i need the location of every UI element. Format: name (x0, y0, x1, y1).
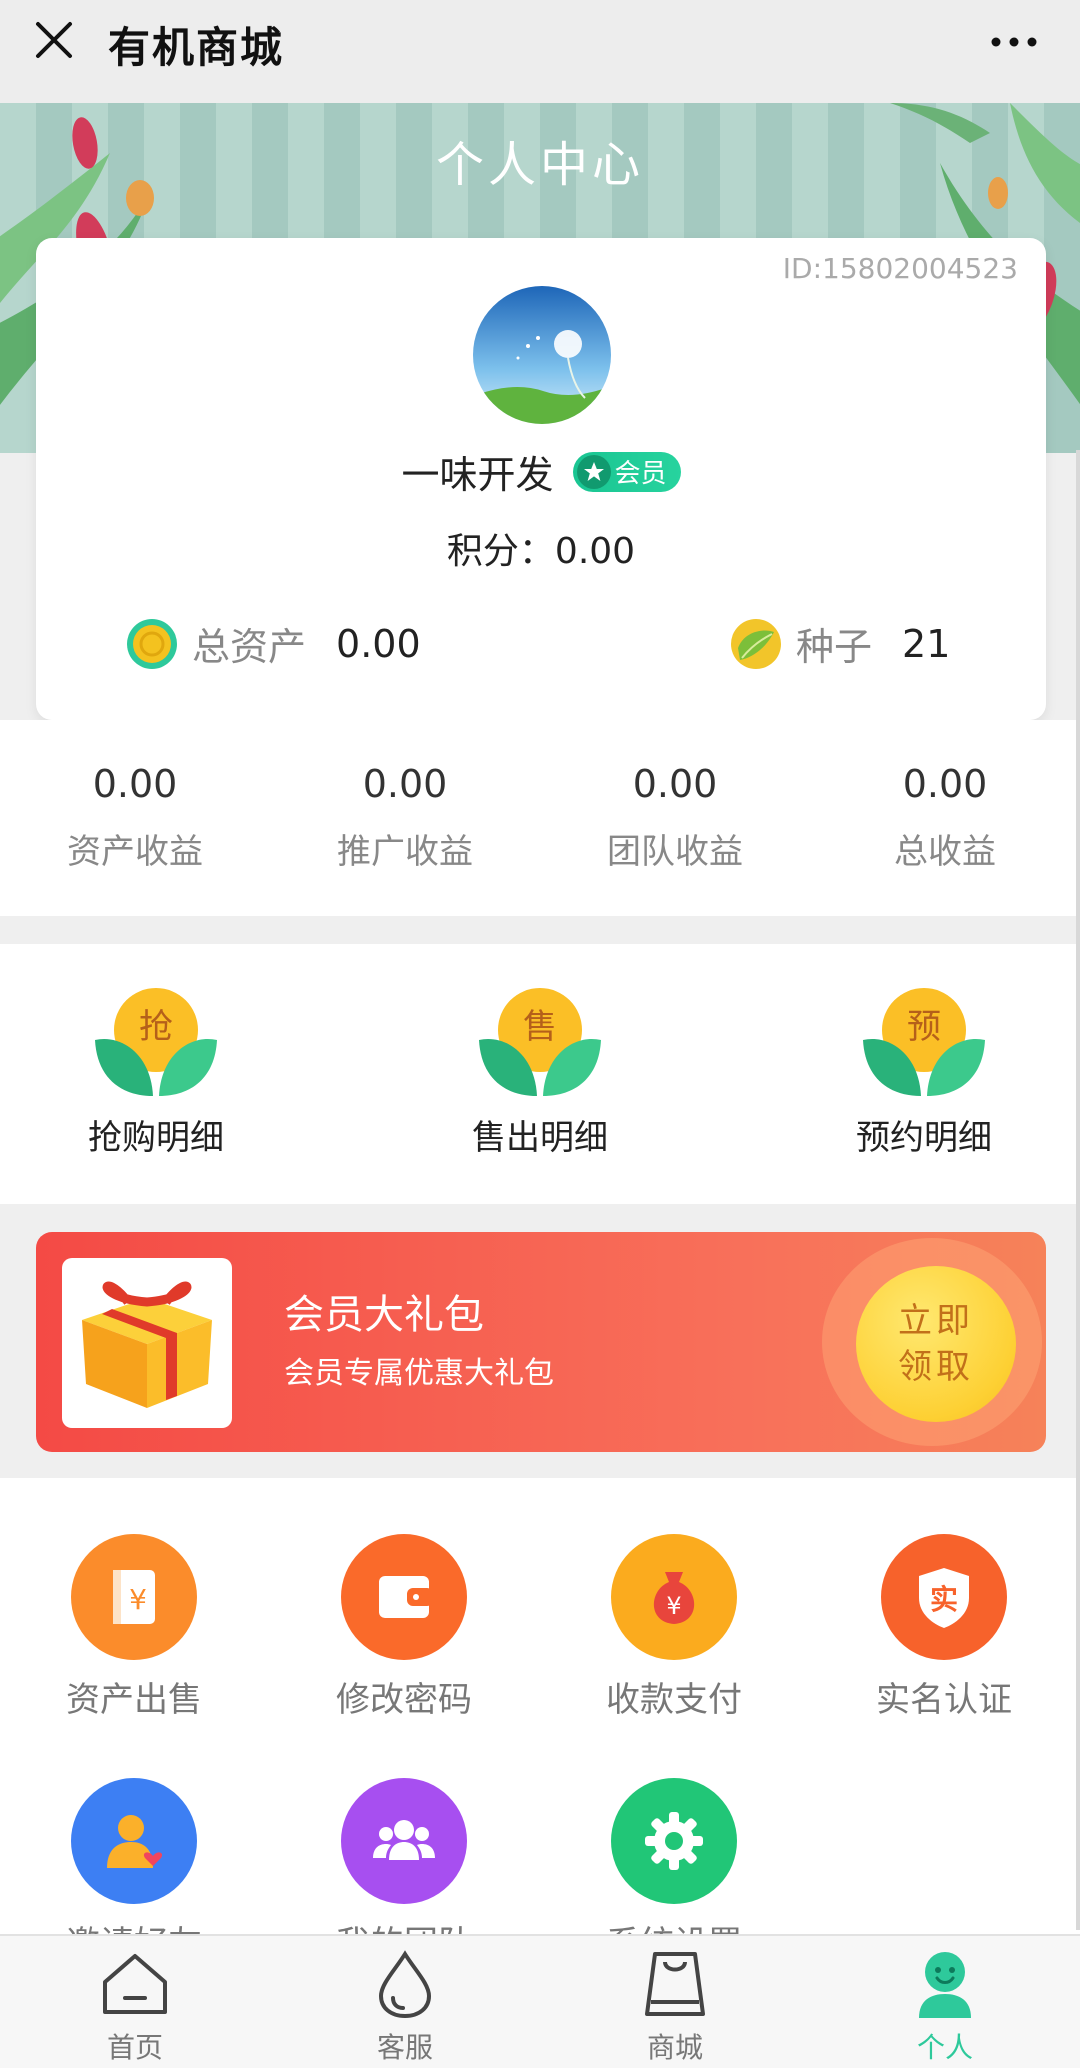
team-icon (341, 1778, 467, 1904)
rush-purchase-label: 抢购明细 (88, 1118, 224, 1158)
menu-real-name-verify[interactable]: 实 实名认证 (814, 1534, 1074, 1721)
menu-label: 资产出售 (66, 1680, 202, 1720)
gift-box-image (62, 1258, 232, 1428)
shopping-bag-icon (645, 1952, 705, 2016)
records-row: 抢 抢购明细 售 售出明细 预 预约明细 (0, 944, 1080, 1204)
earnings-value: 0.00 (902, 762, 988, 806)
menu-change-password[interactable]: 修改密码 (274, 1534, 534, 1721)
earnings-label: 资产收益 (67, 832, 203, 872)
gift-icon (82, 1281, 212, 1408)
droplet-icon (378, 1950, 432, 2019)
seed-icon (731, 618, 781, 669)
member-badge: 会员 (572, 451, 681, 492)
username: 一味开发 (401, 453, 554, 497)
bottom-tab-bar: 首页 客服 商城 个人 (0, 1934, 1080, 2068)
tab-home[interactable]: 首页 (0, 1936, 270, 2068)
home-icon (103, 1954, 167, 2014)
tab-label: 个人 (916, 2031, 973, 2064)
earnings-label: 推广收益 (337, 832, 473, 872)
star-icon (576, 454, 611, 489)
menu-label: 实名认证 (876, 1680, 1012, 1720)
total-assets-label: 总资产 (192, 625, 307, 669)
menu-my-team[interactable]: 我的团队 (274, 1778, 534, 1938)
app-title: 有机商城 (108, 23, 285, 72)
tab-customer-service[interactable]: 客服 (270, 1936, 540, 2068)
wallet-icon (341, 1534, 467, 1660)
close-icon[interactable] (34, 20, 74, 60)
more-options-icon[interactable] (988, 22, 1040, 62)
seeds-label: 种子 (796, 625, 873, 669)
points-value: 0.00 (554, 531, 636, 572)
reservation-label: 预约明细 (856, 1118, 992, 1158)
member-gift-banner[interactable]: 会员大礼包 会员专属优惠大礼包 立即领取 (36, 1232, 1046, 1452)
avatar[interactable] (473, 286, 611, 424)
profile-card: ID:15802004523 一味开发 会员 积分：0.00 总资产 0.00 … (36, 238, 1046, 720)
menu-payment[interactable]: ¥ 收款支付 (544, 1534, 804, 1721)
function-menu: ¥ 资产出售 修改密码 ¥ 收款支付 实 实名认证 (0, 1478, 1080, 1938)
money-bag-icon: ¥ (611, 1534, 737, 1660)
gear-icon (611, 1778, 737, 1904)
coin-icon (127, 618, 177, 669)
earnings-total[interactable]: 0.00 总收益 (810, 720, 1080, 916)
top-bar: 有机商城 (0, 0, 1080, 103)
menu-label: 修改密码 (336, 1680, 472, 1720)
record-icon-char: 售 (523, 1007, 557, 1047)
seeds[interactable]: 种子 21 (730, 616, 950, 671)
tab-label: 首页 (106, 2031, 163, 2064)
record-icon-char: 抢 (139, 1007, 173, 1047)
tab-label: 客服 (376, 2031, 433, 2064)
user-id: ID:15802004523 (782, 252, 1018, 285)
earnings-label: 团队收益 (607, 832, 743, 872)
svg-text:¥: ¥ (129, 1583, 147, 1616)
earnings-value: 0.00 (92, 762, 178, 806)
menu-asset-sale[interactable]: ¥ 资产出售 (4, 1534, 264, 1721)
record-icon-char: 预 (907, 1007, 941, 1047)
earnings-value: 0.00 (632, 762, 718, 806)
tab-label: 商城 (646, 2031, 703, 2064)
total-assets-value: 0.00 (336, 621, 421, 666)
earnings-row: 0.00 资产收益 0.00 推广收益 0.00 团队收益 0.00 总收益 (0, 720, 1080, 916)
sprout-reserve-icon: 预 (859, 984, 989, 1102)
menu-system-settings[interactable]: 系统设置 (544, 1778, 804, 1938)
claim-line-1: 立即 (898, 1301, 974, 1341)
earnings-label: 总收益 (894, 832, 996, 872)
sprout-sold-icon: 售 (475, 984, 605, 1102)
claim-now-button[interactable]: 立即 领取 (856, 1266, 1016, 1422)
person-icon (919, 1952, 971, 2018)
svg-text:实: 实 (930, 1583, 958, 1616)
gift-title: 会员大礼包 (284, 1292, 484, 1338)
seeds-value: 21 (902, 621, 951, 666)
tab-mall[interactable]: 商城 (540, 1936, 810, 2068)
scrollbar[interactable] (1076, 450, 1080, 1930)
verify-shield-icon: 实 (881, 1534, 1007, 1660)
svg-text:¥: ¥ (666, 1592, 681, 1620)
invite-user-icon (71, 1778, 197, 1904)
earnings-asset[interactable]: 0.00 资产收益 (0, 720, 270, 916)
menu-label: 收款支付 (606, 1680, 742, 1720)
rush-purchase-details[interactable]: 抢 抢购明细 (56, 984, 256, 1159)
claim-line-2: 领取 (898, 1347, 974, 1387)
sold-details[interactable]: 售 售出明细 (440, 984, 640, 1159)
member-badge-label: 会员 (614, 459, 667, 489)
gift-subtitle: 会员专属优惠大礼包 (284, 1356, 554, 1391)
earnings-team[interactable]: 0.00 团队收益 (540, 720, 810, 916)
page-title: 个人中心 (435, 137, 644, 193)
yen-book-icon: ¥ (71, 1534, 197, 1660)
username-row: 一味开发 会员 (36, 444, 1046, 499)
menu-invite-friends[interactable]: 邀请好友 (4, 1778, 264, 1938)
points-row: 积分：0.00 (36, 522, 1046, 574)
points-label: 积分： (446, 531, 555, 572)
earnings-value: 0.00 (362, 762, 448, 806)
sold-label: 售出明细 (472, 1118, 608, 1158)
sprout-rush-icon: 抢 (91, 984, 221, 1102)
earnings-promotion[interactable]: 0.00 推广收益 (270, 720, 540, 916)
total-assets[interactable]: 总资产 0.00 (126, 616, 421, 671)
tab-personal[interactable]: 个人 (810, 1936, 1080, 2068)
reservation-details[interactable]: 预 预约明细 (824, 984, 1024, 1159)
